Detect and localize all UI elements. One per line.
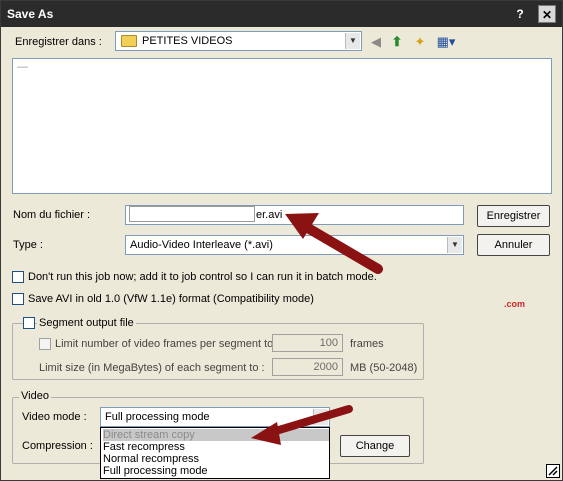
- resize-icon: [548, 466, 558, 476]
- view-menu-icon[interactable]: ▦▾: [433, 34, 459, 50]
- help-button[interactable]: ?: [511, 5, 529, 23]
- chevron-down-icon[interactable]: ▼: [345, 33, 360, 49]
- limit-size-label: Limit size (in MegaBytes) of each segmen…: [39, 362, 265, 374]
- window-title: Save As: [7, 7, 54, 21]
- filetype-combo[interactable]: Audio-Video Interleave (*.avi) ▼: [125, 235, 464, 255]
- back-icon[interactable]: ◀: [367, 34, 385, 50]
- change-button[interactable]: Change: [340, 435, 410, 457]
- filename-value: er.avi: [256, 209, 283, 221]
- chevron-down-icon[interactable]: ▼: [447, 237, 462, 253]
- resize-grip[interactable]: [546, 464, 560, 478]
- save-button[interactable]: Enregistrer: [477, 205, 550, 227]
- dropdown-option[interactable]: Normal recompress: [103, 453, 329, 465]
- size-field[interactable]: 2000: [272, 358, 343, 376]
- compression-label: Compression :: [22, 440, 93, 452]
- segment-legend: Segment output file: [37, 317, 136, 329]
- video-mode-combo[interactable]: Full processing mode ▼: [100, 407, 330, 427]
- frames-field[interactable]: 100: [272, 334, 343, 352]
- close-button[interactable]: ✕: [538, 5, 556, 23]
- watermark-text: .com: [504, 299, 526, 309]
- location-value: PETITES VIDEOS: [142, 35, 233, 47]
- chevron-down-icon[interactable]: ▼: [313, 409, 328, 425]
- video-legend: Video: [19, 390, 51, 402]
- compat-checkbox[interactable]: [12, 293, 24, 305]
- filetype-value: Audio-Video Interleave (*.avi): [130, 239, 273, 251]
- limit-frames-label: Limit number of video frames per segment…: [55, 338, 274, 350]
- list-dash: —: [17, 61, 28, 73]
- dropdown-option[interactable]: Fast recompress: [103, 441, 329, 453]
- location-combo[interactable]: PETITES VIDEOS ▼: [115, 31, 362, 51]
- title-bar: Save As ? ✕: [1, 1, 562, 27]
- dropdown-option[interactable]: Full processing mode: [103, 465, 329, 477]
- location-label: Enregistrer dans :: [15, 36, 102, 48]
- size-unit: MB (50-2048): [350, 362, 418, 374]
- video-mode-label: Video mode :: [22, 411, 87, 423]
- dropdown-option[interactable]: Direct stream copy: [103, 429, 329, 441]
- redaction-box: [129, 206, 255, 222]
- folder-icon: [121, 35, 137, 47]
- filetype-label: Type :: [13, 239, 43, 251]
- up-folder-icon[interactable]: ⬆: [388, 34, 406, 50]
- batch-label: Don't run this job now; add it to job co…: [28, 271, 377, 283]
- segment-checkbox[interactable]: [23, 317, 35, 329]
- save-as-dialog: Save As ? ✕ Enregistrer dans : PETITES V…: [0, 0, 563, 481]
- frames-unit: frames: [350, 338, 384, 350]
- new-folder-icon[interactable]: ✦: [411, 34, 429, 50]
- video-mode-dropdown[interactable]: Direct stream copy Fast recompress Norma…: [100, 427, 330, 479]
- video-mode-value: Full processing mode: [105, 411, 210, 423]
- filename-label: Nom du fichier :: [13, 209, 91, 221]
- limit-frames-checkbox[interactable]: [39, 338, 51, 350]
- file-list[interactable]: —: [12, 58, 552, 194]
- batch-checkbox[interactable]: [12, 271, 24, 283]
- compat-label: Save AVI in old 1.0 (VfW 1.1e) format (C…: [28, 293, 314, 305]
- cancel-button[interactable]: Annuler: [477, 234, 550, 256]
